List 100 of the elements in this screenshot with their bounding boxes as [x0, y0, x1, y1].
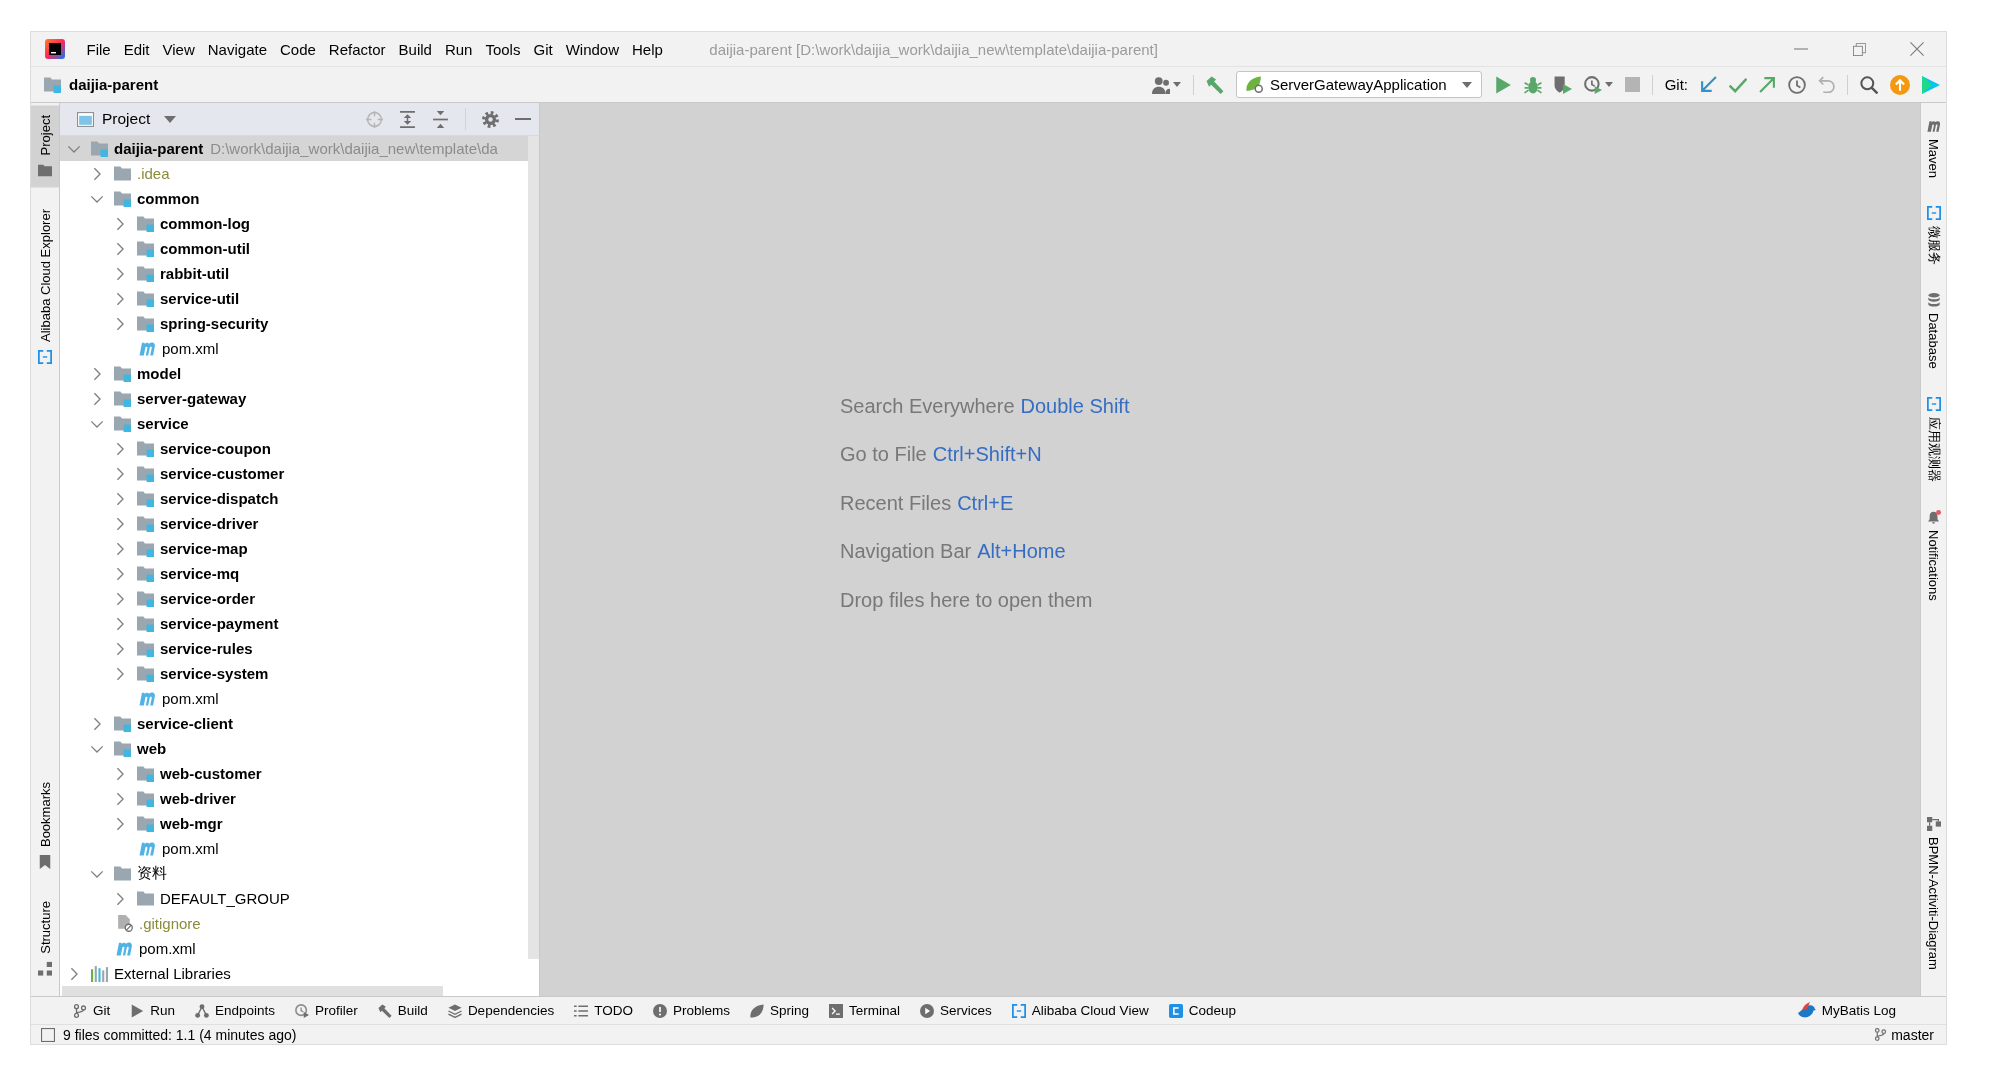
- tree-item[interactable]: service-map: [60, 536, 528, 561]
- tree-item[interactable]: service-driver: [60, 511, 528, 536]
- tree-item[interactable]: daijia-parent D:\work\daijia_work\daijia_new\template\da: [60, 136, 528, 161]
- tree-item[interactable]: model: [60, 361, 528, 386]
- menu-item[interactable]: File: [80, 40, 118, 58]
- gauge-run-icon[interactable]: [1583, 75, 1602, 94]
- menu-item[interactable]: Run: [438, 40, 479, 58]
- tool-window-button[interactable]: Git: [63, 997, 121, 1024]
- tree-item[interactable]: service-customer: [60, 461, 528, 486]
- tree-item[interactable]: DEFAULT_GROUP: [60, 886, 528, 911]
- caret-icon[interactable]: [1604, 82, 1613, 87]
- horizontal-scrollbar[interactable]: [62, 986, 443, 996]
- menu-item[interactable]: Tools: [478, 40, 527, 58]
- tree-item[interactable]: service-dispatch: [60, 486, 528, 511]
- tool-window-tab[interactable]: 微服务: [1924, 202, 1943, 270]
- tree-item[interactable]: web-mgr: [60, 811, 528, 836]
- tool-window-button[interactable]: Run: [120, 997, 186, 1024]
- menu-item[interactable]: Edit: [117, 40, 157, 58]
- tool-window-tab[interactable]: Database: [1924, 289, 1943, 373]
- tree-item[interactable]: .idea: [60, 161, 528, 186]
- caret-icon[interactable]: [1172, 82, 1181, 87]
- tree-item[interactable]: common-log: [60, 211, 528, 236]
- tree-item[interactable]: spring-security: [60, 311, 528, 336]
- tool-window-tab[interactable]: Maven: [1924, 115, 1943, 183]
- tool-window-button[interactable]: Terminal: [819, 997, 911, 1024]
- window-icon: [77, 110, 94, 128]
- module-folder-icon: [44, 76, 61, 93]
- tree-item[interactable]: pom.xml: [60, 336, 528, 361]
- vertical-scrollbar[interactable]: [528, 136, 539, 959]
- menu-item[interactable]: Build: [392, 40, 439, 58]
- user-icon[interactable]: [1151, 75, 1170, 94]
- tool-window-tab[interactable]: Bookmarks: [31, 772, 59, 880]
- tree-item[interactable]: service-payment: [60, 611, 528, 636]
- menu-item[interactable]: Help: [625, 40, 670, 58]
- tree-item[interactable]: web-driver: [60, 786, 528, 811]
- arrow-down-left-icon[interactable]: [1700, 76, 1717, 93]
- run-configuration-dropdown[interactable]: ServerGatewayApplication: [1235, 71, 1482, 98]
- tree-item[interactable]: pom.xml: [60, 936, 528, 961]
- tree-item[interactable]: web-customer: [60, 761, 528, 786]
- tree-item[interactable]: .gitignore: [60, 911, 528, 936]
- tool-window-tab[interactable]: Alibaba Cloud Explorer: [31, 199, 59, 375]
- hammer-icon[interactable]: [1205, 75, 1224, 94]
- tool-window-button[interactable]: Codeup: [1158, 997, 1246, 1024]
- git-branch-widget[interactable]: master: [1874, 1026, 1934, 1043]
- tool-window-button[interactable]: Services: [910, 997, 1002, 1024]
- up-arrow-circle-icon[interactable]: [1890, 74, 1910, 95]
- bug-icon[interactable]: [1523, 75, 1542, 94]
- tool-window-tab[interactable]: Notifications: [1924, 505, 1943, 605]
- clock-icon[interactable]: [1788, 75, 1806, 94]
- menu-item[interactable]: Git: [526, 40, 560, 58]
- tree-item[interactable]: web: [60, 736, 528, 761]
- tool-window-tab[interactable]: Project: [31, 105, 59, 188]
- module-folder-icon: [137, 565, 154, 582]
- restore-icon[interactable]: [1852, 42, 1866, 56]
- expand-all-icon[interactable]: [399, 110, 416, 128]
- tree-item[interactable]: service: [60, 411, 528, 436]
- tool-window-tab[interactable]: BPMN-Activiti-Diagram: [1926, 813, 1941, 974]
- tree-item[interactable]: service-rules: [60, 636, 528, 661]
- tree-item[interactable]: service-util: [60, 286, 528, 311]
- tree-item[interactable]: service-order: [60, 586, 528, 611]
- tool-window-button[interactable]: Dependencies: [437, 997, 565, 1024]
- menu-item[interactable]: View: [156, 40, 202, 58]
- tool-window-button[interactable]: Profiler: [285, 997, 368, 1024]
- tool-window-button[interactable]: MyBatis Log: [1787, 997, 1906, 1024]
- menu-item[interactable]: Refactor: [322, 40, 393, 58]
- menu-item[interactable]: Navigate: [201, 40, 274, 58]
- tree-item[interactable]: service-client: [60, 711, 528, 736]
- tree-item[interactable]: common: [60, 186, 528, 211]
- tree-item[interactable]: pom.xml: [60, 686, 528, 711]
- tree-item[interactable]: service-mq: [60, 561, 528, 586]
- tool-window-button[interactable]: Problems: [642, 997, 740, 1024]
- tree-item[interactable]: server-gateway: [60, 386, 528, 411]
- tool-window-button[interactable]: Endpoints: [185, 997, 286, 1024]
- tool-window-tab[interactable]: Structure: [31, 891, 59, 986]
- caret-icon: [1461, 81, 1472, 88]
- tree-item[interactable]: rabbit-util: [60, 261, 528, 286]
- collapse-all-icon[interactable]: [432, 110, 449, 128]
- search-icon[interactable]: [1860, 75, 1878, 94]
- tree-item[interactable]: service-system: [60, 661, 528, 686]
- run-icon[interactable]: [1493, 75, 1512, 94]
- tool-window-button[interactable]: Build: [367, 997, 438, 1024]
- tree-item[interactable]: pom.xml: [60, 836, 528, 861]
- shield-run-icon[interactable]: [1553, 75, 1572, 94]
- settings-icon[interactable]: [482, 110, 499, 128]
- view-dropdown[interactable]: Project: [102, 110, 177, 128]
- module-folder-icon: [137, 440, 154, 457]
- arrow-up-right-icon[interactable]: [1759, 76, 1776, 93]
- close-icon[interactable]: [1910, 42, 1924, 56]
- tree-item[interactable]: common-util: [60, 236, 528, 261]
- tree-item[interactable]: 资料: [60, 861, 528, 886]
- menu-item[interactable]: Window: [559, 40, 626, 58]
- tool-window-button[interactable]: Spring: [740, 997, 820, 1024]
- tree-item[interactable]: service-coupon: [60, 436, 528, 461]
- checkmark-icon[interactable]: [1729, 75, 1747, 94]
- breadcrumb-item[interactable]: daijia-parent: [44, 76, 159, 93]
- tool-window-tab[interactable]: 应用观测器: [1924, 392, 1943, 486]
- tree-item[interactable]: External Libraries: [60, 961, 528, 986]
- tool-window-button[interactable]: TODO: [564, 997, 643, 1024]
- tool-window-button[interactable]: Alibaba Cloud View: [1001, 997, 1159, 1024]
- menu-item[interactable]: Code: [273, 40, 323, 58]
